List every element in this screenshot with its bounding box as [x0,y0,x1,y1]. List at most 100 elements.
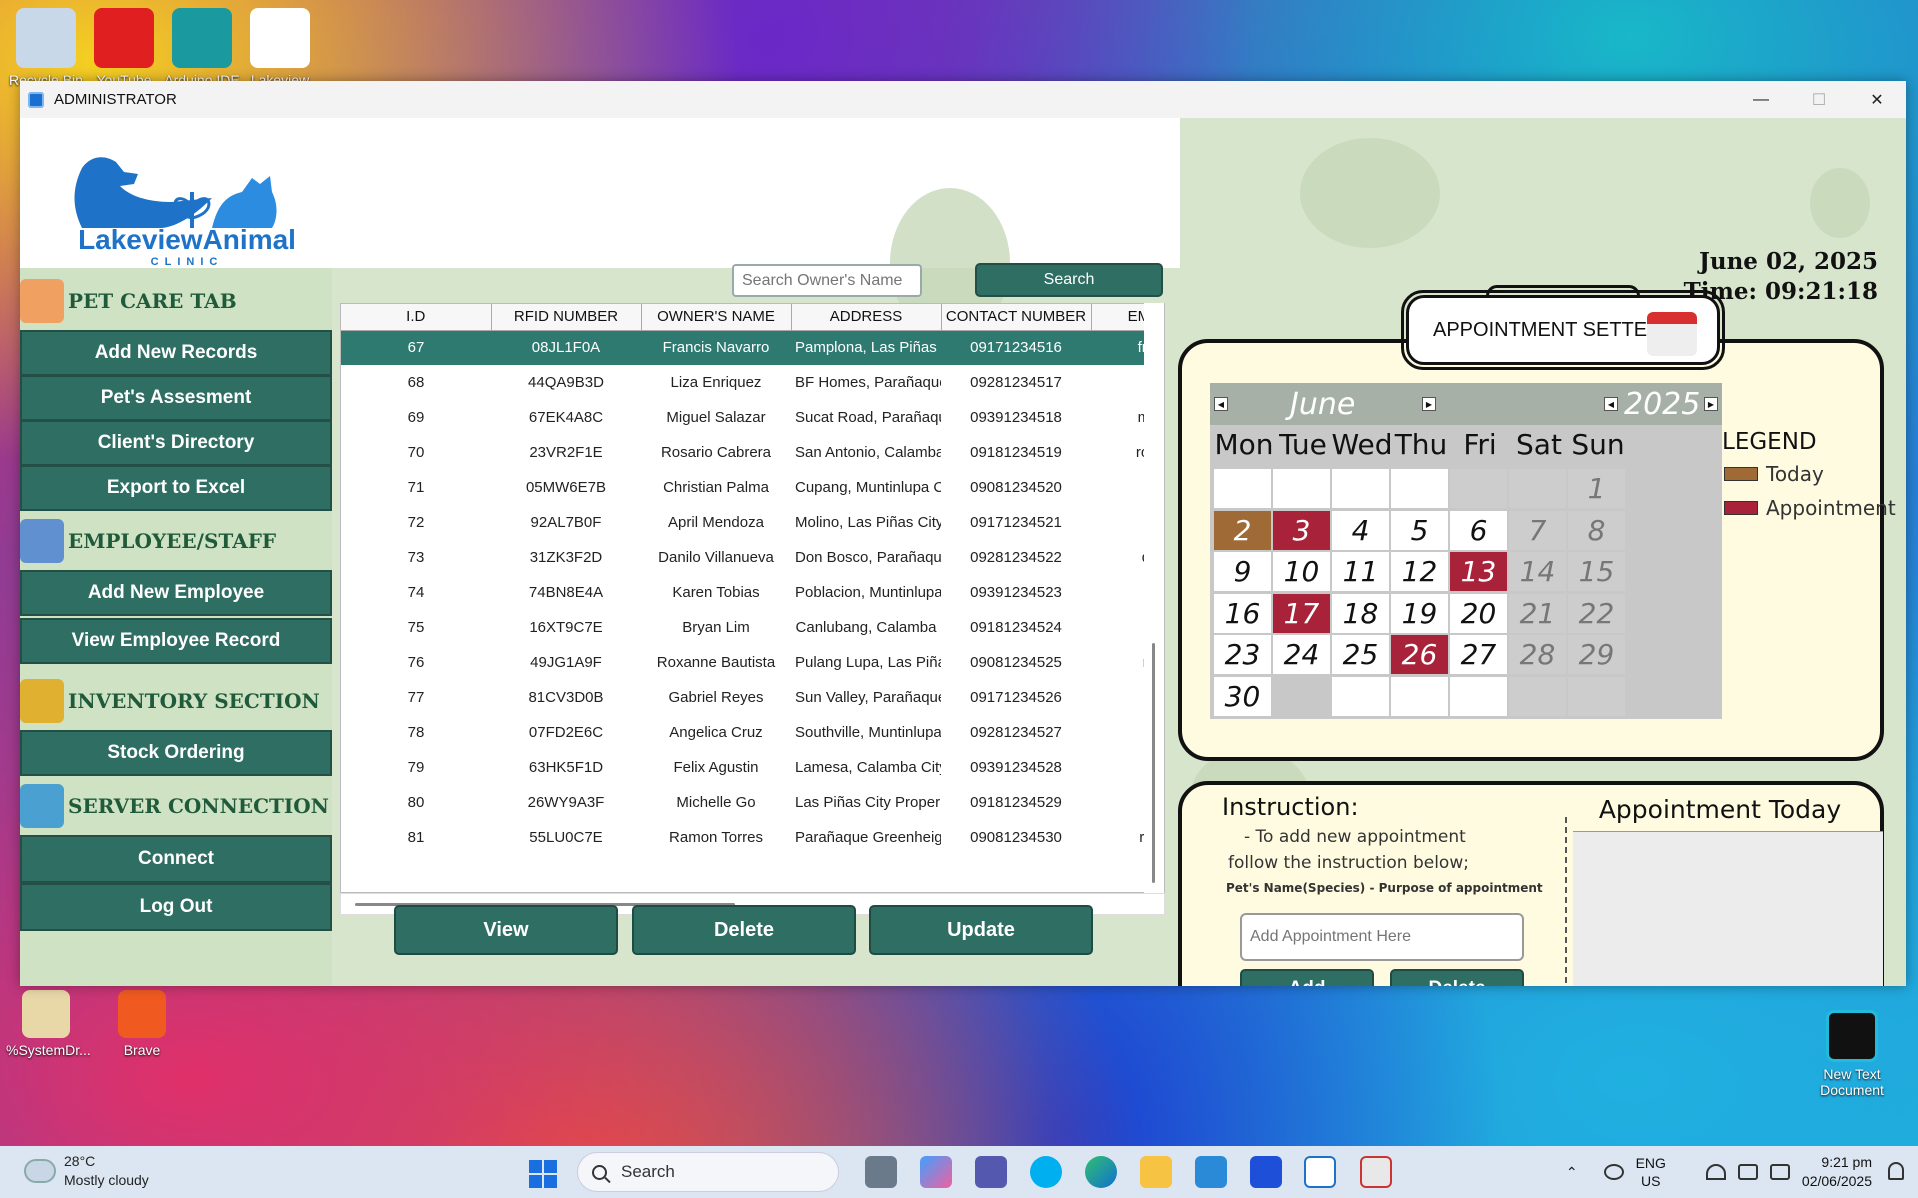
sidebar-button-pet-s-assesment[interactable]: Pet's Assesment [20,375,332,421]
appointment-input[interactable] [1240,913,1524,961]
sidebar-button-connect[interactable]: Connect [20,835,332,883]
sidebar-button-view-employee-record[interactable]: View Employee Record [20,618,332,664]
calendar-day[interactable]: 3 [1273,510,1330,550]
calendar-day[interactable]: 6 [1450,510,1507,550]
table-row[interactable]: 71 05MW6E7B Christian Palma Cupang, Muntinl… [341,470,1164,505]
sidebar-button-log-out[interactable]: Log Out [20,883,332,931]
table-vertical-scrollbar[interactable] [1144,303,1164,893]
desktop-icon[interactable]: Brave [102,990,182,1058]
sidebar-button-stock-ordering[interactable]: Stock Ordering [20,730,332,776]
calendar-day[interactable]: 30 [1214,676,1271,716]
next-year-button[interactable]: ▶ [1704,397,1718,411]
table-header-cell[interactable]: OWNER'S NAME [641,304,792,331]
snipping-tool-icon[interactable] [1360,1156,1392,1188]
sidebar-button-export-to-excel[interactable]: Export to Excel [20,465,332,511]
calendar-day[interactable]: 1 [1568,469,1625,508]
lakeview-app-icon[interactable] [1304,1156,1336,1188]
table-row[interactable]: 78 07FD2E6C Angelica Cruz Southville, Munti… [341,715,1164,750]
table-header-cell[interactable]: I.D [341,304,492,331]
taskbar-clock[interactable]: 9:21 pm 02/06/2025 [1802,1153,1872,1191]
calendar-day[interactable]: 22 [1568,593,1625,633]
calendar-day[interactable]: 2 [1214,510,1271,550]
calendar-day[interactable]: 21 [1509,593,1566,633]
file-explorer-icon[interactable] [1140,1156,1172,1188]
chevron-up-icon[interactable]: ⌃ [1566,1164,1578,1181]
calendar-day[interactable]: 15 [1568,552,1625,591]
calendar-day[interactable]: 25 [1332,635,1389,674]
calendar-day[interactable]: 10 [1273,552,1330,591]
calendar-day[interactable]: 7 [1509,510,1566,550]
table-row[interactable]: 76 49JG1A9F Roxanne Bautista Pulang Lupa, L… [341,645,1164,680]
table-row[interactable]: 70 23VR2F1E Rosario Cabrera San Antonio, Ca… [341,435,1164,470]
table-row[interactable]: 79 63HK5F1D Felix Agustin Lamesa, Calamba C… [341,750,1164,785]
desktop-icon[interactable]: YouTube [84,8,164,88]
microsoft-store-icon[interactable] [1195,1156,1227,1188]
minimize-button[interactable]: — [1732,81,1790,118]
calendar-day[interactable]: 14 [1509,552,1566,591]
notification-bell-icon[interactable] [1888,1162,1904,1180]
view-button[interactable]: View [394,905,618,955]
calendar-day[interactable]: 27 [1450,635,1507,674]
table-header-cell[interactable]: RFID NUMBER [491,304,642,331]
calendar-day[interactable]: 28 [1509,635,1566,674]
calendar-day[interactable]: 5 [1391,510,1448,550]
next-month-button[interactable]: ▶ [1422,397,1436,411]
desktop-icon[interactable]: Recycle Bin [6,8,86,88]
desktop-icon[interactable]: %SystemDr... [6,990,91,1058]
weather-widget[interactable]: 28°C Mostly cloudy [24,1152,149,1190]
app-icon-blue[interactable] [1250,1156,1282,1188]
calendar-day[interactable]: 13 [1450,552,1507,591]
calendar-day[interactable]: 4 [1332,510,1389,550]
prev-year-button[interactable]: ◀ [1604,397,1618,411]
table-row[interactable]: 80 26WY9A3F Michelle Go Las Piñas City Prop… [341,785,1164,820]
sidebar-button-add-new-records[interactable]: Add New Records [20,330,332,376]
skype-icon[interactable] [1030,1156,1062,1188]
table-row[interactable]: 74 74BN8E4A Karen Tobias Poblacion, Muntinl… [341,575,1164,610]
desktop-icon[interactable]: Arduino IDE [162,8,242,88]
delete-record-button[interactable]: Delete [632,905,856,955]
teams-icon[interactable] [975,1156,1007,1188]
copilot-icon[interactable] [920,1156,952,1188]
wifi-icon[interactable] [1705,1164,1726,1180]
desktop-icon[interactable]: Lakeview [240,8,320,88]
battery-icon[interactable] [1769,1164,1790,1180]
maximize-button[interactable]: ☐ [1790,81,1848,118]
table-header-cell[interactable]: CONTACT NUMBER [941,304,1092,331]
calendar-day[interactable]: 9 [1214,552,1271,591]
table-row[interactable]: 73 31ZK3F2D Danilo Villanueva Don Bosco, Pa… [341,540,1164,575]
calendar-day[interactable]: 17 [1273,593,1330,633]
prev-month-button[interactable]: ◀ [1214,397,1228,411]
calendar-day[interactable]: 12 [1391,552,1448,591]
language-indicator[interactable]: ENG US [1636,1154,1666,1190]
update-button[interactable]: Update [869,905,1093,955]
table-row[interactable]: 77 81CV3D0B Gabriel Reyes Sun Valley, Parañ… [341,680,1164,715]
search-button[interactable]: Search [975,263,1163,297]
edge-icon[interactable] [1085,1156,1117,1188]
calendar-day[interactable]: 20 [1450,593,1507,633]
calendar-day[interactable]: 18 [1332,593,1389,633]
calendar-day[interactable]: 19 [1391,593,1448,633]
task-view-icon[interactable] [865,1156,897,1188]
sidebar-button-client-s-directory[interactable]: Client's Directory [20,420,332,466]
calendar-day[interactable]: 24 [1273,635,1330,674]
table-row[interactable]: 72 92AL7B0F April Mendoza Molino, Las Piñas… [341,505,1164,540]
calendar-day[interactable]: 11 [1332,552,1389,591]
calendar-day[interactable]: 8 [1568,510,1625,550]
taskbar-search[interactable]: Search [577,1152,839,1192]
calendar-day[interactable]: 16 [1214,593,1271,633]
scrollbar-thumb[interactable] [1152,643,1155,883]
calendar-day[interactable]: 26 [1391,635,1448,674]
search-input[interactable] [732,264,922,297]
table-row[interactable]: 69 67EK4A8C Miguel Salazar Sucat Road, Para… [341,400,1164,435]
calendar-day[interactable]: 23 [1214,635,1271,674]
appointment-today-list[interactable] [1573,831,1883,986]
calendar[interactable]: ◀ June ▶ ◀ 2025 ▶ Mon Tue Wed Thu Fri Sat Sun 1… [1210,383,1722,719]
add-appointment-button[interactable]: Add [1240,969,1374,986]
table-row[interactable]: 75 16XT9C7E Bryan Lim Canlubang, Calamba 091… [341,610,1164,645]
table-row[interactable]: 81 55LU0C7E Ramon Torres Parañaque Greenhei… [341,820,1164,855]
calendar-day[interactable]: 29 [1568,635,1625,674]
close-button[interactable]: ✕ [1848,81,1906,118]
table-row[interactable]: 68 44QA9B3D Liza Enriquez BF Homes, Parañaq… [341,365,1164,400]
windows-start-icon[interactable] [529,1160,557,1188]
table-header-cell[interactable]: ADDRESS [791,304,942,331]
